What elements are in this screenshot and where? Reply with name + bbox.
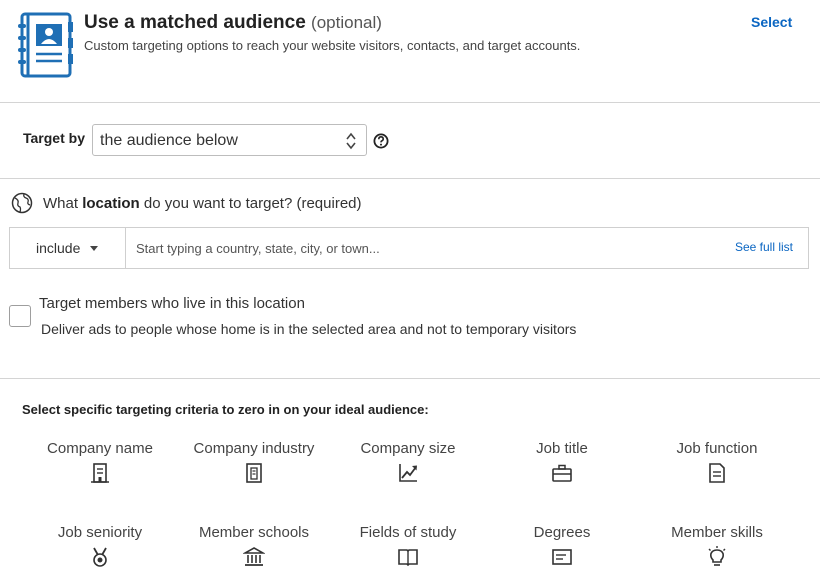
criteria-fields-of-study[interactable]: Fields of study xyxy=(328,524,488,568)
medal-icon xyxy=(93,547,107,567)
school-icon xyxy=(243,547,265,566)
caret-down-icon xyxy=(90,246,98,251)
live-in-location-description: Deliver ads to people whose home is in t… xyxy=(41,321,577,337)
criteria-label: Job function xyxy=(676,440,758,457)
certificate-icon xyxy=(552,549,572,565)
select-link[interactable]: Select xyxy=(751,14,792,30)
location-search-input[interactable] xyxy=(127,228,717,268)
location-question: What location do you want to target? (re… xyxy=(43,195,362,212)
criteria-job-title[interactable]: Job title xyxy=(482,440,642,484)
growth-chart-icon xyxy=(399,464,417,482)
criteria-label: Company name xyxy=(47,440,153,457)
target-by-value: the audience below xyxy=(100,132,238,149)
matched-audience-title: Use a matched audience (optional) xyxy=(84,12,382,33)
criteria-job-seniority[interactable]: Job seniority xyxy=(20,524,180,568)
target-by-label: Target by xyxy=(23,130,85,146)
criteria-label: Degrees xyxy=(533,524,591,541)
include-dropdown[interactable]: include xyxy=(10,228,126,268)
live-in-location-label: Target members who live in this location xyxy=(39,295,305,312)
targeting-criteria-section: Select specific targeting criteria to ze… xyxy=(0,379,820,582)
building-icon xyxy=(91,463,109,483)
criteria-label: Member skills xyxy=(671,524,763,541)
criteria-label: Job seniority xyxy=(57,524,143,541)
criteria-member-skills[interactable]: Member skills xyxy=(637,524,797,568)
live-in-location-checkbox[interactable] xyxy=(9,305,31,327)
criteria-degrees[interactable]: Degrees xyxy=(482,524,642,568)
criteria-job-function[interactable]: Job function xyxy=(637,440,797,484)
document-building-icon xyxy=(246,463,262,483)
briefcase-icon xyxy=(552,464,572,482)
criteria-company-industry[interactable]: Company industry xyxy=(174,440,334,484)
criteria-label: Member schools xyxy=(198,524,310,541)
location-input-row: include See full list xyxy=(9,227,809,269)
criteria-company-size[interactable]: Company size xyxy=(328,440,488,484)
criteria-heading: Select specific targeting criteria to ze… xyxy=(22,402,429,417)
select-arrows-icon xyxy=(346,132,356,150)
document-icon xyxy=(709,463,725,483)
divider xyxy=(0,178,820,179)
criteria-label: Company size xyxy=(360,440,456,457)
globe-icon xyxy=(11,192,33,214)
target-by-select[interactable]: the audience below xyxy=(92,124,367,156)
lightbulb-icon xyxy=(708,546,726,566)
location-section: What location do you want to target? (re… xyxy=(0,180,820,378)
question-icon[interactable] xyxy=(373,133,389,149)
target-by-section: Target by the audience below xyxy=(0,103,820,179)
criteria-label: Company industry xyxy=(193,440,315,457)
criteria-member-schools[interactable]: Member schools xyxy=(174,524,334,568)
matched-audience-subtitle: Custom targeting options to reach your w… xyxy=(84,38,581,53)
open-book-icon xyxy=(398,549,418,567)
contact-book-icon xyxy=(18,12,73,78)
criteria-label: Job title xyxy=(536,440,588,457)
criteria-label: Fields of study xyxy=(359,524,457,541)
include-label: include xyxy=(36,240,81,256)
criteria-company-name[interactable]: Company name xyxy=(20,440,180,484)
optional-tag: (optional) xyxy=(311,13,382,32)
see-full-list-link[interactable]: See full list xyxy=(735,240,793,254)
matched-audience-section: Use a matched audience (optional) Custom… xyxy=(0,0,820,102)
